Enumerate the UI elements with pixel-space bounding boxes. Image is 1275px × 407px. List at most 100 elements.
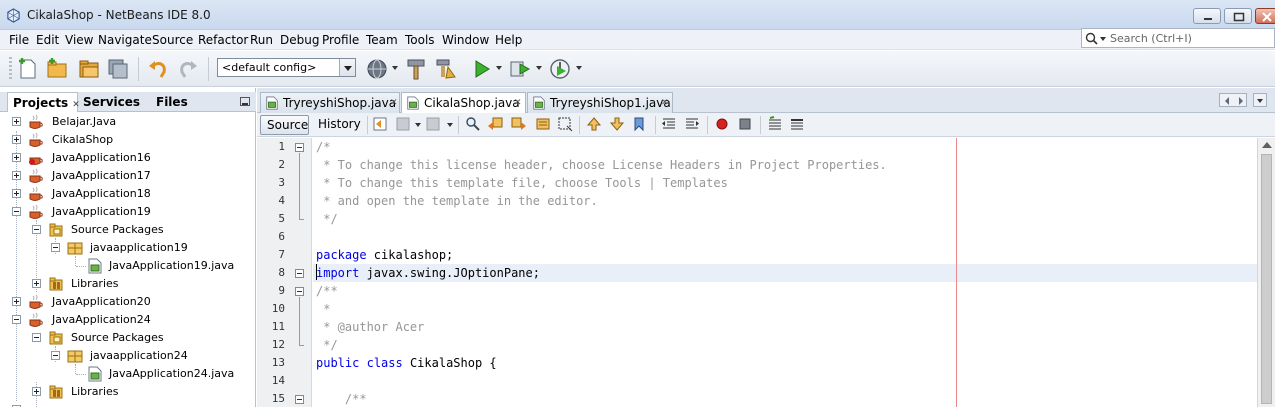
tree-item-javaapplication20[interactable]: JavaApplication20 [0,293,255,311]
find-next-icon[interactable] [511,116,527,132]
collapse-icon[interactable] [12,315,21,324]
expand-icon[interactable] [12,153,21,162]
tree-item-java-file[interactable]: JavaApplication24.java [0,365,255,383]
tree-item-package[interactable]: javaapplication19 [0,239,255,257]
code-editor[interactable]: /* * To change this license header, choo… [313,138,1257,407]
start-macro-icon[interactable] [714,116,730,132]
chevron-down-icon[interactable] [392,66,398,70]
tree-item-belajar-java[interactable]: Belajar.Java [0,113,255,131]
tab-cikalashop-java[interactable]: CikalaShop.java ✕ [401,92,526,114]
stop-macro-icon[interactable] [737,116,753,132]
menu-view[interactable]: View [65,33,93,47]
find-icon[interactable] [465,116,481,132]
build-hammer-icon[interactable] [404,57,428,81]
tree-item-javaapplication24[interactable]: JavaApplication24 [0,311,255,329]
fold-collapse-icon[interactable] [295,287,304,296]
run-icon[interactable] [470,57,494,81]
tree-item-source-packages[interactable]: Source Packages [0,329,255,347]
search-input[interactable]: Search (Ctrl+I) [1081,28,1275,48]
toggle-bookmark-icon[interactable] [632,116,648,132]
tab-tryreyshishop1-java[interactable]: TryreyshiShop1.java ✕ [527,92,673,113]
tree-item-libraries[interactable]: Libraries [0,275,255,293]
tab-files[interactable]: Files [156,92,188,112]
tree-item-partial[interactable] [0,401,255,407]
tree-item-package[interactable]: javaapplication24 [0,347,255,365]
tree-item-libraries[interactable]: Libraries [0,383,255,401]
fold-collapse-icon[interactable] [295,395,304,404]
shift-right-icon[interactable] [684,116,700,132]
chevron-down-icon[interactable] [536,66,542,70]
menu-file[interactable]: File [9,33,29,47]
tab-tryreyshishop-java[interactable]: TryreyshiShop.java ✕ [260,92,400,113]
tree-item-javaapplication19[interactable]: JavaApplication19 [0,203,255,221]
config-dropdown[interactable]: <default config> [217,58,356,77]
tab-list-dropdown[interactable] [1253,93,1267,107]
tree-item-source-packages[interactable]: Source Packages [0,221,255,239]
clean-build-icon[interactable] [434,57,458,81]
tree-item-java-file[interactable]: JavaApplication19.java [0,257,255,275]
profile-icon[interactable] [548,57,572,81]
collapse-icon[interactable] [51,243,60,252]
menu-source[interactable]: Source [152,33,193,47]
tab-projects[interactable]: Projects ✕ [7,92,80,112]
expand-icon[interactable] [12,297,21,306]
minimize-button[interactable] [1193,8,1221,24]
last-edit-icon[interactable] [372,116,388,132]
tree-item-javaapplication18[interactable]: JavaApplication18 [0,185,255,203]
find-previous-icon[interactable] [487,116,503,132]
previous-bookmark-icon[interactable] [586,116,602,132]
expand-icon[interactable] [12,171,21,180]
toggle-highlight-icon[interactable] [535,116,551,132]
close-window-button[interactable] [1255,8,1275,24]
new-file-icon[interactable] [16,57,40,81]
redo-icon[interactable] [176,57,200,81]
close-tab-icon[interactable]: ✕ [390,98,398,108]
chevron-down-icon[interactable] [496,66,502,70]
expand-icon[interactable] [12,135,21,144]
maximize-button[interactable] [1224,8,1252,24]
tab-scroll-buttons[interactable] [1219,93,1247,107]
comment-icon[interactable] [767,116,783,132]
history-view-button[interactable]: History [312,115,367,135]
expand-icon[interactable] [12,117,21,126]
fold-collapse-icon[interactable] [295,269,304,278]
menu-run[interactable]: Run [250,33,273,47]
scrollbar-thumb[interactable] [1261,154,1272,404]
menu-profile[interactable]: Profile [322,33,359,47]
debug-icon[interactable] [508,57,532,81]
vertical-scrollbar[interactable] [1257,138,1275,407]
expand-icon[interactable] [12,189,21,198]
collapse-icon[interactable] [32,333,41,342]
tree-item-javaapplication16[interactable]: JavaApplication16 [0,149,255,167]
collapse-icon[interactable] [51,351,60,360]
menu-navigate[interactable]: Navigate [98,33,152,47]
collapse-icon[interactable] [32,225,41,234]
toggle-rect-selection-icon[interactable] [557,116,573,132]
save-all-icon[interactable] [106,57,130,81]
expand-icon[interactable] [32,387,41,396]
menu-debug[interactable]: Debug [280,33,319,47]
chevron-down-icon[interactable] [415,123,421,127]
collapse-icon[interactable] [12,207,21,216]
forward-icon[interactable] [425,116,441,132]
menu-team[interactable]: Team [366,33,398,47]
fold-collapse-icon[interactable] [295,143,304,152]
chevron-down-icon[interactable] [447,123,453,127]
source-view-button[interactable]: Source [260,115,309,135]
scroll-up-icon[interactable] [1262,142,1272,148]
next-bookmark-icon[interactable] [609,116,625,132]
undo-icon[interactable] [146,57,170,81]
close-tab-icon[interactable]: ✕ [514,98,522,108]
tab-services[interactable]: Services [83,92,140,112]
close-tab-icon[interactable]: ✕ [661,98,669,108]
shift-left-icon[interactable] [661,116,677,132]
open-project-icon[interactable] [77,57,101,81]
menu-tools[interactable]: Tools [405,33,435,47]
expand-icon[interactable] [32,279,41,288]
new-project-icon[interactable] [45,57,69,81]
close-icon[interactable]: ✕ [72,100,80,110]
menu-edit[interactable]: Edit [36,33,59,47]
menu-help[interactable]: Help [495,33,522,47]
back-icon[interactable] [395,116,411,132]
menu-window[interactable]: Window [442,33,489,47]
